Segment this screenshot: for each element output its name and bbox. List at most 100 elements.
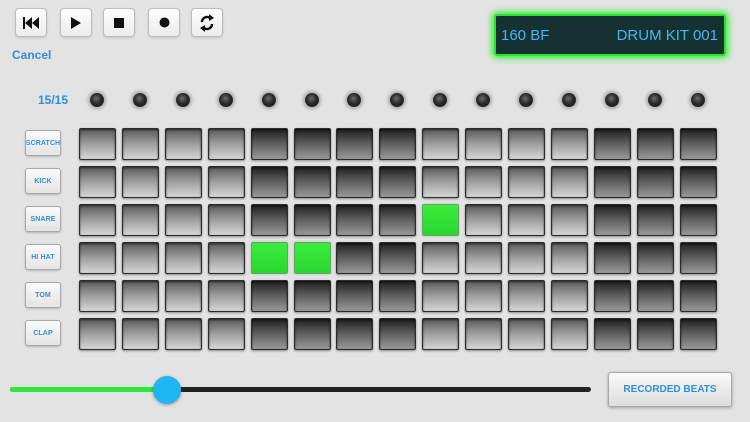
step-pad[interactable] — [508, 318, 545, 350]
step-pad[interactable] — [336, 318, 374, 350]
step-pad[interactable] — [465, 128, 503, 160]
step-pad[interactable] — [379, 166, 417, 198]
step-pad[interactable] — [593, 242, 631, 274]
track-label-button[interactable]: KICK — [25, 168, 61, 194]
step-pad[interactable] — [636, 166, 674, 198]
step-pad[interactable] — [508, 242, 545, 274]
step-pad[interactable] — [465, 166, 503, 198]
track-label-button[interactable]: HI HAT — [25, 244, 61, 270]
step-pad[interactable] — [550, 318, 588, 350]
step-pad[interactable] — [422, 166, 460, 198]
step-pad[interactable] — [336, 242, 374, 274]
step-pad[interactable] — [422, 242, 460, 274]
step-pad[interactable] — [422, 204, 460, 236]
step-pad[interactable] — [121, 318, 159, 350]
step-pad[interactable] — [593, 166, 631, 198]
step-pad[interactable] — [679, 204, 717, 236]
step-pad[interactable] — [121, 204, 159, 236]
step-pad[interactable] — [164, 166, 202, 198]
step-pad[interactable] — [508, 204, 545, 236]
step-pad[interactable] — [593, 128, 631, 160]
step-pad[interactable] — [164, 242, 202, 274]
step-pad[interactable] — [636, 280, 674, 312]
stop-button[interactable] — [103, 8, 135, 37]
track-label-button[interactable]: CLAP — [25, 320, 61, 346]
step-pad[interactable] — [336, 166, 374, 198]
step-pad[interactable] — [636, 204, 674, 236]
step-pad[interactable] — [336, 128, 374, 160]
step-pad[interactable] — [207, 280, 245, 312]
step-pad[interactable] — [164, 318, 202, 350]
step-pad[interactable] — [250, 128, 288, 160]
step-pad[interactable] — [550, 166, 588, 198]
step-pad[interactable] — [79, 242, 116, 274]
cancel-button[interactable]: Cancel — [12, 48, 51, 62]
step-pad[interactable] — [593, 318, 631, 350]
step-pad[interactable] — [679, 128, 717, 160]
step-pad[interactable] — [207, 204, 245, 236]
step-pad[interactable] — [679, 166, 717, 198]
step-pad[interactable] — [250, 204, 288, 236]
step-pad[interactable] — [679, 242, 717, 274]
step-pad[interactable] — [379, 128, 417, 160]
step-pad[interactable] — [593, 280, 631, 312]
step-pad[interactable] — [550, 280, 588, 312]
step-pad[interactable] — [422, 128, 460, 160]
step-pad[interactable] — [121, 166, 159, 198]
step-pad[interactable] — [422, 318, 460, 350]
step-pad[interactable] — [164, 128, 202, 160]
step-pad[interactable] — [379, 280, 417, 312]
step-pad[interactable] — [250, 166, 288, 198]
record-button[interactable] — [148, 8, 180, 37]
step-pad[interactable] — [422, 280, 460, 312]
play-button[interactable] — [60, 8, 92, 37]
step-pad[interactable] — [636, 128, 674, 160]
step-pad[interactable] — [293, 242, 331, 274]
step-pad[interactable] — [379, 318, 417, 350]
step-pad[interactable] — [465, 280, 503, 312]
step-pad[interactable] — [207, 128, 245, 160]
step-pad[interactable] — [207, 242, 245, 274]
skip-back-button[interactable] — [15, 8, 47, 37]
step-pad[interactable] — [207, 318, 245, 350]
step-pad[interactable] — [79, 128, 116, 160]
track-label-button[interactable]: SNARE — [25, 206, 61, 232]
step-pad[interactable] — [164, 280, 202, 312]
step-pad[interactable] — [250, 318, 288, 350]
step-pad[interactable] — [550, 128, 588, 160]
step-pad[interactable] — [121, 128, 159, 160]
step-pad[interactable] — [250, 242, 288, 274]
step-pad[interactable] — [679, 318, 717, 350]
step-pad[interactable] — [79, 166, 116, 198]
step-pad[interactable] — [79, 318, 116, 350]
step-pad[interactable] — [293, 166, 331, 198]
step-pad[interactable] — [250, 280, 288, 312]
step-pad[interactable] — [379, 242, 417, 274]
step-pad[interactable] — [636, 318, 674, 350]
track-label-button[interactable]: TOM — [25, 282, 61, 308]
step-pad[interactable] — [465, 242, 503, 274]
step-pad[interactable] — [550, 204, 588, 236]
position-slider-thumb[interactable] — [152, 376, 181, 404]
step-pad[interactable] — [121, 280, 159, 312]
step-pad[interactable] — [293, 128, 331, 160]
step-pad[interactable] — [508, 166, 545, 198]
step-pad[interactable] — [121, 242, 159, 274]
step-pad[interactable] — [336, 280, 374, 312]
step-pad[interactable] — [508, 128, 545, 160]
step-pad[interactable] — [679, 280, 717, 312]
step-pad[interactable] — [164, 204, 202, 236]
loop-button[interactable] — [191, 8, 223, 37]
step-pad[interactable] — [465, 204, 503, 236]
step-pad[interactable] — [379, 204, 417, 236]
step-pad[interactable] — [636, 242, 674, 274]
step-pad[interactable] — [293, 318, 331, 350]
step-pad[interactable] — [293, 204, 331, 236]
recorded-beats-button[interactable]: RECORDED BEATS — [608, 372, 732, 407]
step-pad[interactable] — [79, 204, 116, 236]
step-pad[interactable] — [293, 280, 331, 312]
step-pad[interactable] — [79, 280, 116, 312]
track-label-button[interactable]: SCRATCH — [25, 130, 61, 156]
step-pad[interactable] — [336, 204, 374, 236]
step-pad[interactable] — [207, 166, 245, 198]
